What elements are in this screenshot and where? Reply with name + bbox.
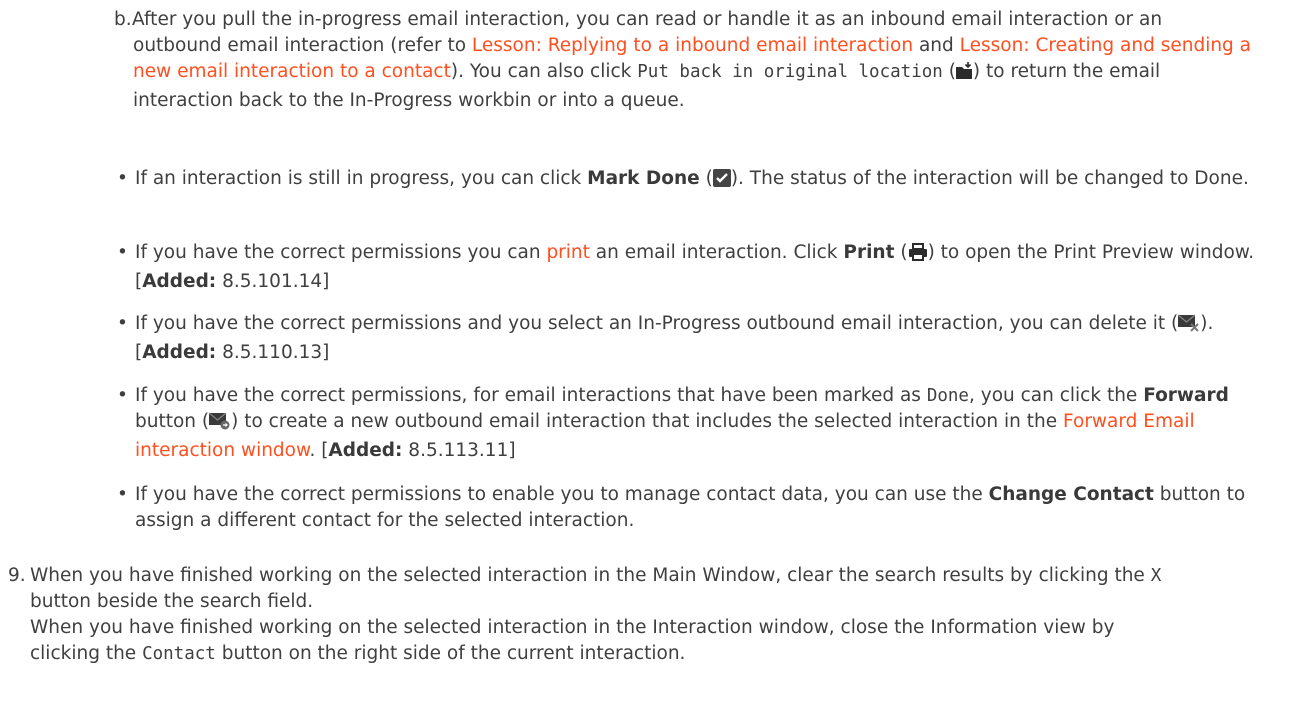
change-contact-label: Change Contact [988, 484, 1154, 505]
bullet-dot: • [117, 484, 128, 505]
bullet-mark-done: If an interaction is still in progress, … [135, 166, 1285, 195]
lesson-replying-link[interactable]: Lesson: Replying to a inbound email inte… [472, 35, 913, 56]
mark-done-label: Mark Done [587, 168, 700, 189]
folder-putback-icon [955, 62, 973, 88]
print-label: Print [843, 242, 895, 263]
bullet-dot: • [117, 242, 128, 263]
bullet-print: If you have the correct permissions you … [135, 242, 1255, 292]
x-button-label: X [1150, 566, 1162, 586]
bullet-forward: If you have the correct permissions, for… [135, 385, 1229, 461]
forward-email-icon [208, 412, 231, 438]
put-back-command: Put back in original location [637, 62, 943, 82]
contact-button-label: Contact [142, 644, 216, 664]
forward-label: Forward [1143, 385, 1229, 406]
delete-email-icon [1177, 314, 1200, 340]
step-b-text: After you pull the in-progress email int… [132, 9, 1252, 111]
printer-icon [908, 243, 928, 269]
print-link[interactable]: print [546, 242, 589, 263]
bullet-dot: • [117, 168, 128, 189]
step-b-marker: b. [114, 9, 132, 30]
checkmark-icon [712, 169, 731, 195]
done-status: Done [926, 386, 969, 406]
bullet-delete: If you have the correct permissions and … [135, 313, 1214, 363]
bullet-dot: • [117, 313, 128, 334]
step-9-marker: 9. [8, 565, 26, 586]
bullet-change-contact: If you have the correct permissions to e… [135, 484, 1246, 531]
bullet-dot: • [117, 385, 128, 406]
step-9-text: When you have finished working on the se… [30, 565, 1162, 664]
